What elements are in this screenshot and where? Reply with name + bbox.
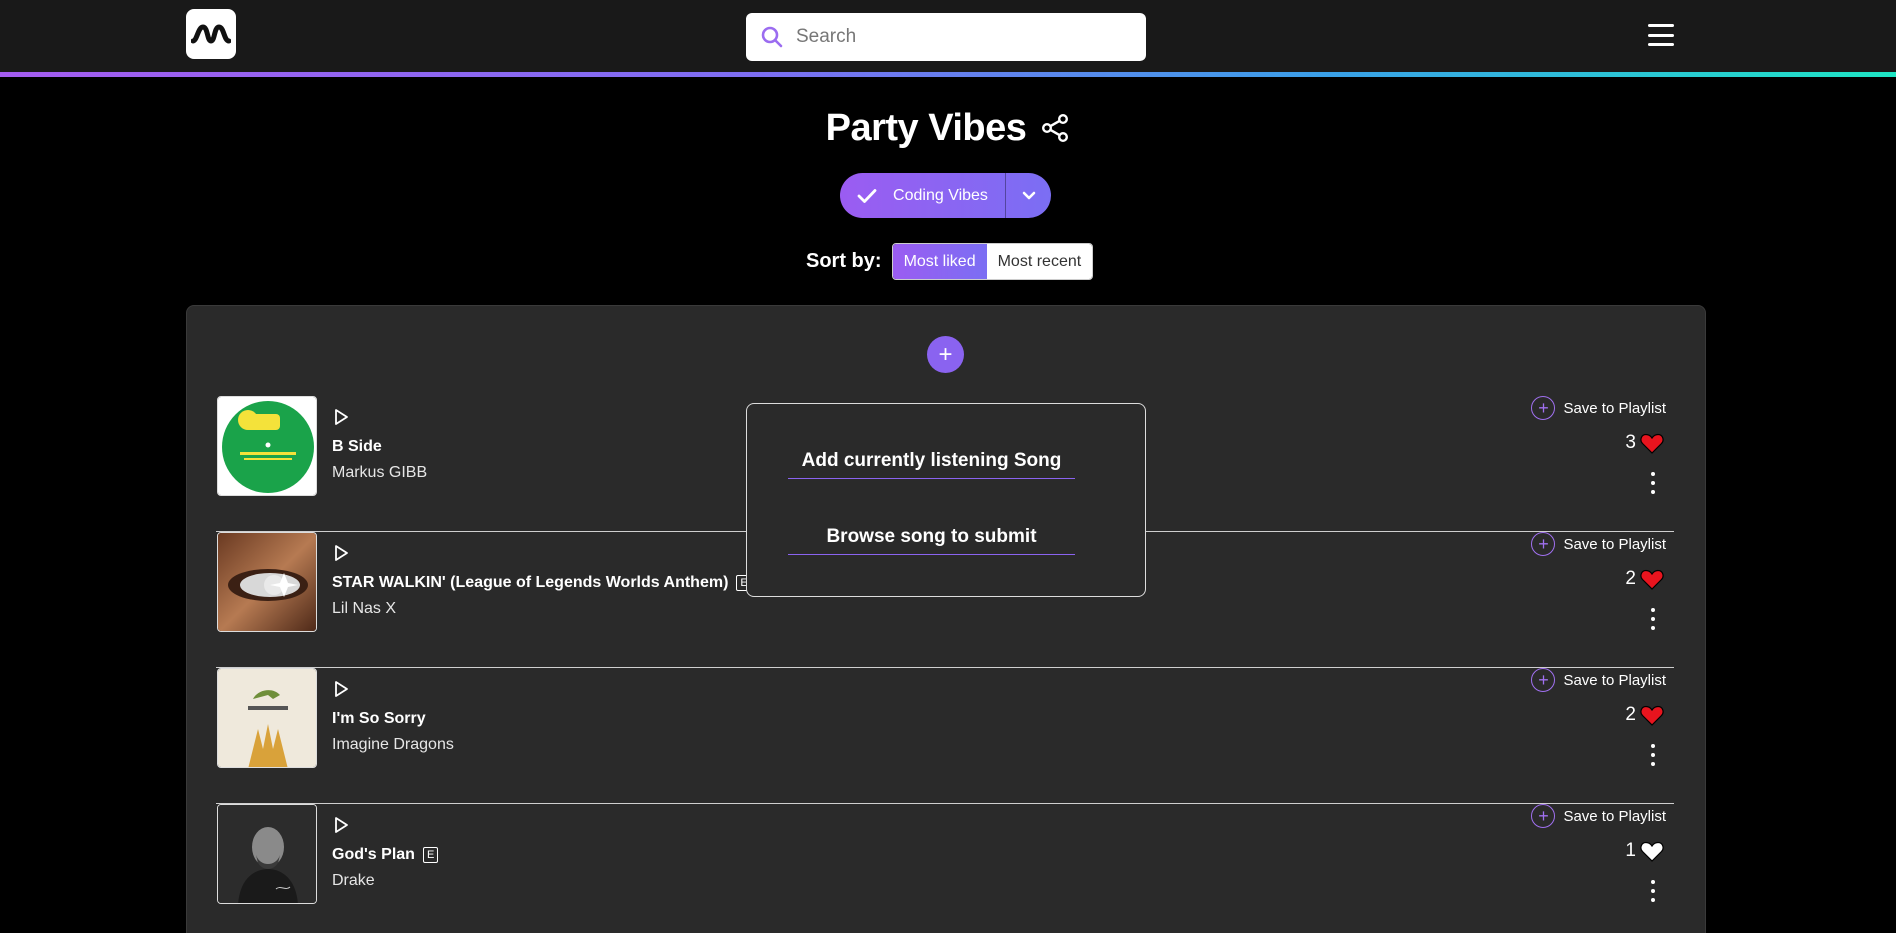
check-icon [857,188,877,203]
like-count: 2 [1625,568,1636,589]
album-cover [217,396,317,496]
more-options-icon[interactable] [1650,880,1656,902]
add-song-popup: Add currently listening Song Browse song… [746,403,1146,597]
song-row: I'm So Sorry Imagine Dragons + Save to P… [216,668,1674,804]
song-artist: Drake [332,872,375,889]
save-to-playlist-button[interactable]: + Save to Playlist [1531,532,1666,556]
search-bar[interactable] [746,13,1146,61]
song-title: God's Plan E [332,846,439,864]
like-count: 3 [1625,432,1636,453]
logo-icon[interactable] [186,9,236,59]
sort-toggle-group: Most liked Most recent [891,243,1094,280]
heart-outline-icon [1640,841,1664,862]
save-to-playlist-button[interactable]: + Save to Playlist [1531,668,1666,692]
selected-playlist-label: Coding Vibes [893,186,988,204]
song-title: B Side [332,438,382,455]
like-count: 1 [1625,840,1636,861]
more-options-icon[interactable] [1650,472,1656,494]
playlist-selector: Coding Vibes [840,173,1051,218]
plus-circle-icon: + [1531,532,1556,556]
song-title: STAR WALKIN' (League of Legends Worlds A… [332,574,752,592]
like-button[interactable]: 2 [1625,568,1664,590]
sort-most-recent-button[interactable]: Most recent [986,244,1093,279]
title-row: Party Vibes [0,103,1896,153]
plus-circle-icon: + [1531,668,1556,692]
song-artist: Lil Nas X [332,600,397,617]
album-cover [217,532,317,632]
like-button[interactable]: 3 [1625,432,1664,454]
sort-label: Sort by: [806,250,882,272]
save-to-playlist-button[interactable]: + Save to Playlist [1531,396,1666,420]
search-icon [761,26,783,48]
album-cover [217,668,317,768]
sort-row: Sort by: Most liked Most recent [806,243,1094,280]
page-title: Party Vibes [825,106,1027,149]
heart-icon [1640,433,1664,454]
like-button[interactable]: 2 [1625,704,1664,726]
song-artist: Markus GIBB [332,464,428,481]
play-icon[interactable] [332,544,350,562]
heart-icon [1640,569,1664,590]
hamburger-menu-icon[interactable] [1648,24,1674,46]
plus-circle-icon: + [1531,396,1556,420]
sort-most-liked-button[interactable]: Most liked [892,244,987,279]
song-title: I'm So Sorry [332,710,426,727]
song-artist: Imagine Dragons [332,736,454,753]
heart-icon [1640,705,1664,726]
song-row: God's Plan E Drake + Save to Playlist 1 [216,804,1674,933]
add-song-button[interactable]: + [927,336,964,373]
more-options-icon[interactable] [1650,608,1656,630]
top-navbar [0,0,1896,72]
search-input[interactable] [796,26,1126,48]
save-to-playlist-button[interactable]: + Save to Playlist [1531,804,1666,828]
add-currently-listening-song-option[interactable]: Add currently listening Song [788,450,1075,479]
play-icon[interactable] [332,408,350,426]
album-cover [217,804,317,904]
play-icon[interactable] [332,680,350,698]
play-icon[interactable] [332,816,350,834]
chevron-down-icon [1022,191,1035,199]
explicit-badge: E [422,847,439,863]
more-options-icon[interactable] [1650,744,1656,766]
share-icon[interactable] [1040,113,1070,143]
playlist-dropdown-toggle[interactable] [1006,173,1051,218]
like-button[interactable]: 1 [1625,840,1664,862]
selected-playlist-button[interactable]: Coding Vibes [840,173,1005,218]
like-count: 2 [1625,704,1636,725]
plus-circle-icon: + [1531,804,1556,828]
browse-song-to-submit-option[interactable]: Browse song to submit [788,526,1075,555]
header-gradient-divider [0,72,1896,77]
